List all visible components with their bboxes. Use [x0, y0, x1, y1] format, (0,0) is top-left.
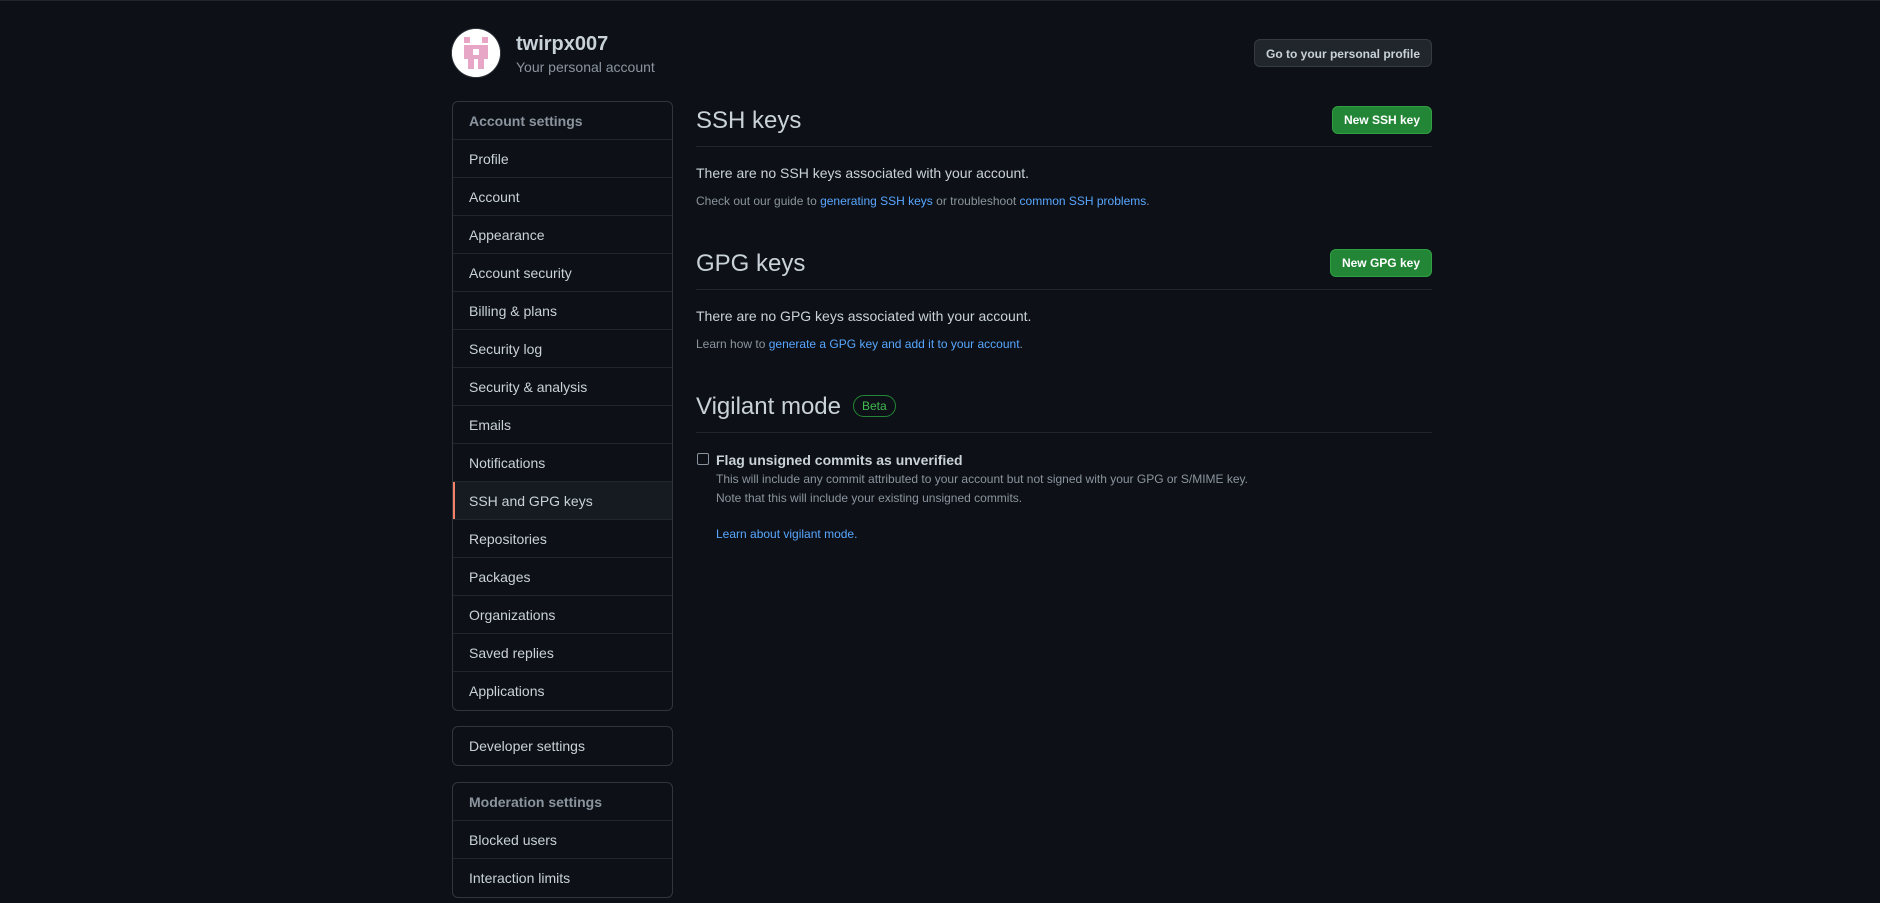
- go-to-profile-button[interactable]: Go to your personal profile: [1253, 39, 1432, 67]
- new-ssh-key-button[interactable]: New SSH key: [1331, 106, 1432, 134]
- sidebar-item-interaction-limits[interactable]: Interaction limits: [453, 859, 672, 897]
- ssh-empty-message: There are no SSH keys associated with yo…: [696, 165, 1030, 181]
- sidebar-item-emails[interactable]: Emails: [453, 406, 672, 444]
- ssh-note-suffix: .: [1146, 194, 1150, 208]
- settings-page: twirpx007 Your personal account Go to yo…: [0, 0, 1880, 903]
- new-gpg-key-button[interactable]: New GPG key: [1329, 249, 1432, 277]
- generate-gpg-key-link[interactable]: generate a GPG key and add it to your ac…: [769, 337, 1020, 351]
- gpg-keys-header: GPG keys New GPG key: [696, 244, 1432, 290]
- moderation-settings-menu: Moderation settings Blocked users Intera…: [452, 782, 673, 898]
- sidebar-item-developer-settings[interactable]: Developer settings: [453, 727, 672, 765]
- vigilant-mode-header: Vigilant mode Beta: [696, 387, 1432, 433]
- account-settings-menu: Account settings Profile Account Appeara…: [452, 101, 673, 711]
- sidebar-item-account[interactable]: Account: [453, 178, 672, 216]
- learn-vigilant-mode-link[interactable]: Learn about vigilant mode.: [716, 525, 1432, 543]
- sidebar-item-security-analysis[interactable]: Security & analysis: [453, 368, 672, 406]
- sidebar-item-repositories[interactable]: Repositories: [453, 520, 672, 558]
- flag-unsigned-commits-label[interactable]: Flag unsigned commits as unverified: [716, 451, 1432, 469]
- moderation-settings-heading: Moderation settings: [453, 783, 672, 821]
- sidebar-item-security-log[interactable]: Security log: [453, 330, 672, 368]
- vigilant-note-line2: Note that this will include your existin…: [716, 491, 1023, 505]
- gpg-note-prefix: Learn how to: [696, 337, 769, 351]
- identicon-icon: [452, 29, 500, 77]
- account-type-label: Your personal account: [516, 59, 655, 75]
- avatar[interactable]: [452, 29, 500, 77]
- sidebar-item-blocked-users[interactable]: Blocked users: [453, 821, 672, 859]
- flag-unsigned-commits-option: Flag unsigned commits as unverified This…: [696, 451, 1432, 543]
- sidebar-item-account-security[interactable]: Account security: [453, 254, 672, 292]
- ssh-keys-header: SSH keys New SSH key: [696, 101, 1432, 147]
- gpg-help-note: Learn how to generate a GPG key and add …: [696, 337, 1432, 351]
- flag-unsigned-commits-checkbox[interactable]: [697, 453, 709, 465]
- sidebar-item-packages[interactable]: Packages: [453, 558, 672, 596]
- ssh-note-middle: or troubleshoot: [932, 194, 1020, 208]
- gpg-note-suffix: .: [1019, 337, 1023, 351]
- developer-settings-menu: Developer settings: [452, 726, 673, 766]
- gpg-keys-title: GPG keys: [696, 250, 806, 277]
- account-settings-heading: Account settings: [453, 102, 672, 140]
- sidebar-item-ssh-gpg-keys[interactable]: SSH and GPG keys: [453, 482, 672, 520]
- sidebar-item-appearance[interactable]: Appearance: [453, 216, 672, 254]
- ssh-help-note: Check out our guide to generating SSH ke…: [696, 194, 1432, 208]
- vigilant-mode-section: Vigilant mode Beta Flag unsigned commits …: [696, 387, 1432, 543]
- sidebar-item-saved-replies[interactable]: Saved replies: [453, 634, 672, 672]
- vigilant-mode-title-text: Vigilant mode: [696, 393, 841, 420]
- vigilant-mode-title: Vigilant mode Beta: [696, 393, 896, 421]
- sidebar-item-billing-plans[interactable]: Billing & plans: [453, 292, 672, 330]
- sidebar-item-profile[interactable]: Profile: [453, 140, 672, 178]
- user-header: twirpx007 Your personal account Go to yo…: [452, 29, 1432, 79]
- gpg-empty-message: There are no GPG keys associated with yo…: [696, 308, 1032, 324]
- ssh-note-prefix: Check out our guide to: [696, 194, 821, 208]
- beta-badge: Beta: [852, 395, 896, 417]
- ssh-keys-title: SSH keys: [696, 107, 802, 134]
- ssh-keys-section: SSH keys New SSH key There are no SSH ke…: [696, 101, 1432, 208]
- main-content: SSH keys New SSH key There are no SSH ke…: [696, 101, 1432, 543]
- username[interactable]: twirpx007: [516, 33, 608, 56]
- sidebar-item-applications[interactable]: Applications: [453, 672, 672, 710]
- sidebar-item-notifications[interactable]: Notifications: [453, 444, 672, 482]
- gpg-keys-section: GPG keys New GPG key There are no GPG ke…: [696, 244, 1432, 351]
- vigilant-note-line1: This will include any commit attributed …: [716, 472, 1249, 486]
- common-ssh-problems-link[interactable]: common SSH problems: [1020, 194, 1147, 208]
- generating-ssh-keys-link[interactable]: generating SSH keys: [820, 194, 933, 208]
- sidebar-item-organizations[interactable]: Organizations: [453, 596, 672, 634]
